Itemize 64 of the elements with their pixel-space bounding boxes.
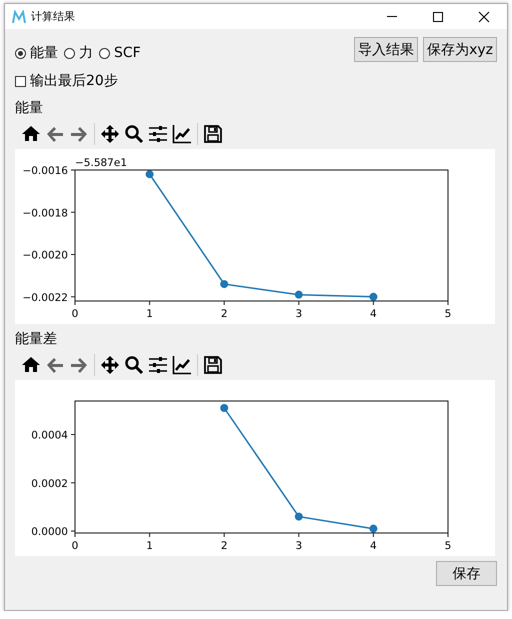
configure-button[interactable] <box>146 355 170 375</box>
tick-label: 1 <box>146 540 153 552</box>
four-way-arrow-icon <box>100 124 120 144</box>
left-arrow-icon <box>45 355 65 375</box>
save-figure-button[interactable] <box>201 124 225 144</box>
maximize-icon <box>432 10 444 22</box>
home-icon <box>21 355 41 375</box>
line-chart-icon <box>172 124 192 144</box>
toolbar-button[interactable]: 保存为xyz <box>423 37 497 62</box>
save-figure-button[interactable] <box>201 355 225 375</box>
tick-label: 2 <box>220 308 228 320</box>
search-icon <box>124 124 144 144</box>
tick-label: −0.0020 <box>22 250 68 262</box>
save-button[interactable]: 保存 <box>436 561 497 586</box>
right-arrow-icon <box>69 124 89 144</box>
tick-label: 3 <box>295 308 302 320</box>
tick-label: 0 <box>72 308 78 320</box>
checkbox[interactable] <box>15 76 26 86</box>
section-title: 能量差 <box>15 330 58 349</box>
configure-button[interactable] <box>146 124 170 144</box>
tick-label: −0.0022 <box>22 292 68 304</box>
line-chart-icon <box>172 355 192 375</box>
data-point <box>220 404 228 412</box>
data-point <box>369 292 378 301</box>
sliders-icon <box>148 124 168 144</box>
tick-label: 2 <box>220 540 228 552</box>
tick-label: 0.0004 <box>31 430 68 442</box>
tick-label: 4 <box>370 308 377 320</box>
axis-offset-label: −5.587e1 <box>75 157 127 169</box>
right-arrow-icon <box>69 355 89 375</box>
tick-label: 0.0002 <box>31 478 68 490</box>
radio-label: SCF <box>114 45 141 61</box>
radio-button[interactable] <box>15 48 26 58</box>
left-arrow-icon <box>45 124 65 144</box>
window-title: 计算结果 <box>31 9 76 24</box>
app-logo-icon <box>12 10 26 24</box>
edit-axes-button[interactable] <box>170 355 194 375</box>
tick-label: 3 <box>295 540 302 552</box>
search-icon <box>124 355 144 375</box>
tick-label: 5 <box>444 308 452 320</box>
data-point <box>294 512 303 521</box>
toolbar-button[interactable]: 导入结果 <box>354 37 418 62</box>
data-point <box>146 170 154 178</box>
radio-button[interactable] <box>64 48 75 58</box>
tick-label: 0.0000 <box>31 526 68 538</box>
edit-axes-button[interactable] <box>170 124 194 144</box>
tick-label: −0.0018 <box>22 207 68 220</box>
tick-label: 4 <box>370 540 377 552</box>
tick-label: 5 <box>444 540 452 552</box>
radio-label: 能量 <box>30 44 58 62</box>
close-icon <box>478 10 490 22</box>
checkbox-label: 输出最后20步 <box>30 72 118 90</box>
data-point <box>369 524 378 533</box>
data-point <box>220 280 228 288</box>
tick-label: 1 <box>146 308 153 320</box>
section-title: 能量 <box>15 99 44 118</box>
four-way-arrow-icon <box>100 355 120 375</box>
sliders-icon <box>148 355 168 375</box>
radio-button[interactable] <box>99 48 110 58</box>
radio-label: 力 <box>79 44 93 62</box>
tick-label: −0.0016 <box>22 165 68 177</box>
home-icon <box>21 124 41 144</box>
tick-label: 0 <box>72 540 78 552</box>
data-point <box>294 290 303 299</box>
